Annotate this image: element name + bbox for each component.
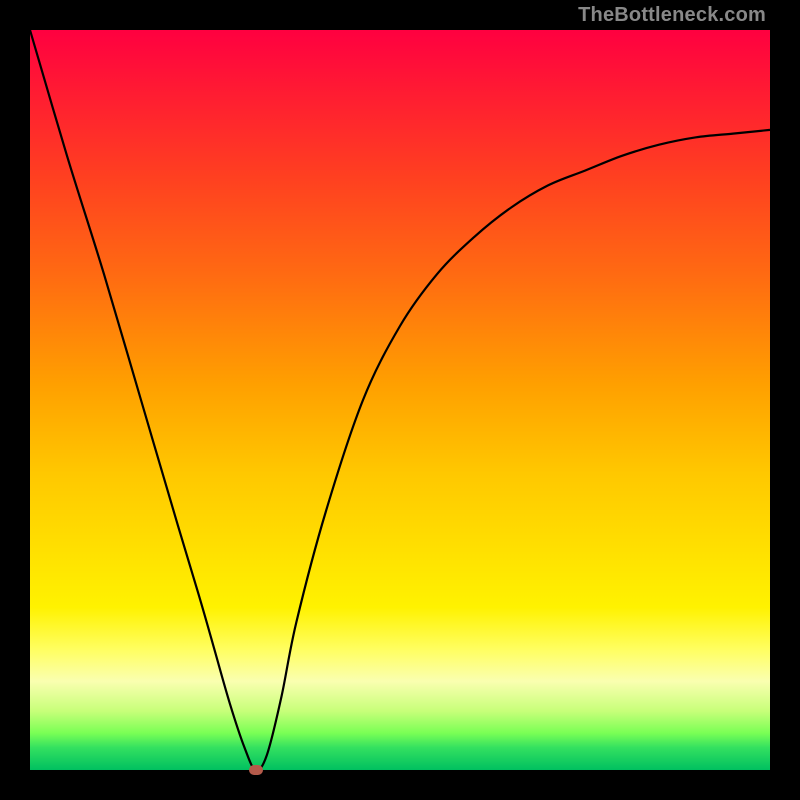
watermark-text: TheBottleneck.com xyxy=(578,4,766,27)
bottleneck-curve xyxy=(30,30,770,770)
minimum-marker xyxy=(249,765,263,775)
chart-frame xyxy=(30,30,770,770)
